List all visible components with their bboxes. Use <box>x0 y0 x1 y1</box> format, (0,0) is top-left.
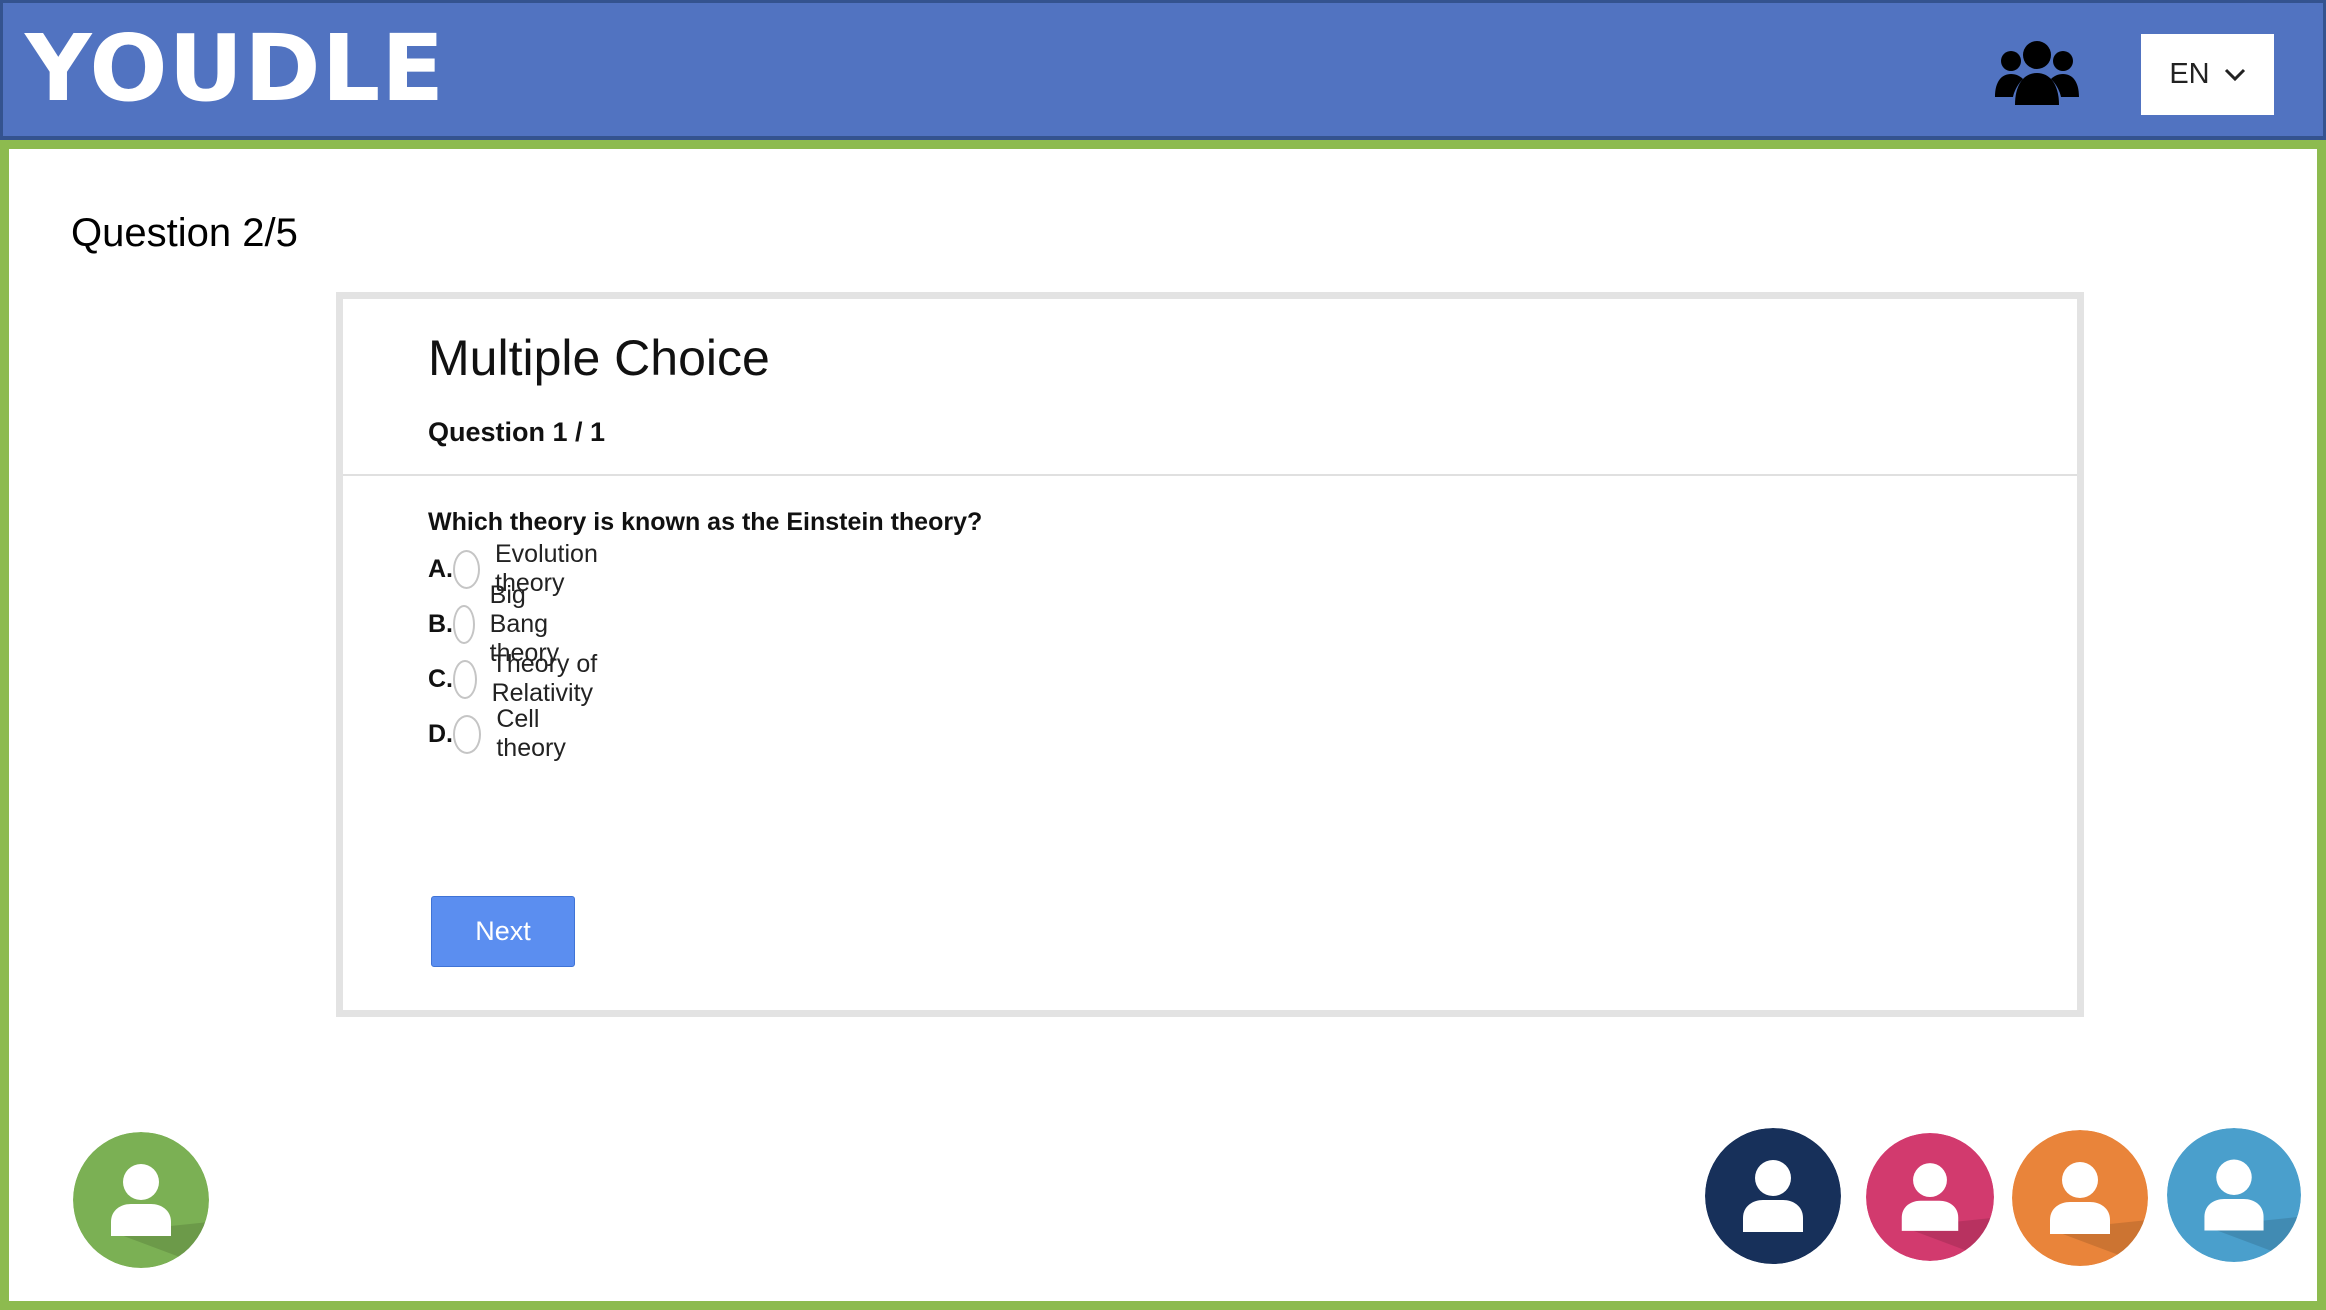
radio-button[interactable] <box>453 549 480 589</box>
question-card: Multiple Choice Question 1 / 1 Which the… <box>336 292 2084 1017</box>
next-button[interactable]: Next <box>431 896 575 967</box>
option-b[interactable]: B. Big Bang theory <box>428 581 579 667</box>
option-letter: A. <box>428 554 453 583</box>
user-avatar-icon <box>1705 1128 1841 1264</box>
option-letter: C. <box>428 664 453 693</box>
participant-avatar-2[interactable] <box>1866 1133 1994 1261</box>
radio-button[interactable] <box>453 714 482 754</box>
participant-avatar-1[interactable] <box>1705 1128 1841 1264</box>
participant-avatar-4[interactable] <box>2167 1128 2301 1262</box>
self-avatar[interactable] <box>73 1132 209 1268</box>
user-avatar-icon <box>2167 1128 2301 1262</box>
chevron-down-icon <box>2224 68 2245 81</box>
language-selector[interactable]: EN <box>2141 34 2274 115</box>
option-letter: D. <box>428 719 453 748</box>
user-avatar-icon <box>73 1132 209 1268</box>
user-avatar-icon <box>2012 1130 2148 1266</box>
option-c[interactable]: C. Theory of Relativity <box>428 650 611 707</box>
user-avatar-icon <box>1866 1133 1994 1261</box>
radio-button[interactable] <box>453 659 477 699</box>
card-subtitle: Question 1 / 1 <box>428 417 606 447</box>
participant-avatar-3[interactable] <box>2012 1130 2148 1266</box>
option-d[interactable]: D. Cell theory <box>428 705 579 762</box>
option-label: Cell theory <box>496 705 566 762</box>
question-prompt: Which theory is known as the Einstein th… <box>428 508 983 536</box>
header-divider <box>0 140 2326 149</box>
radio-button[interactable] <box>453 604 475 644</box>
app-header: YOUDLE EN <box>0 0 2326 140</box>
option-letter: B. <box>428 609 453 638</box>
users-group-icon[interactable] <box>1995 35 2079 111</box>
card-divider <box>343 474 2077 476</box>
option-label: Theory of Relativity <box>491 650 598 707</box>
question-counter: Question 2/5 <box>71 211 298 255</box>
app-logo: YOUDLE <box>25 15 446 122</box>
language-selected: EN <box>2169 58 2210 90</box>
card-title: Multiple Choice <box>428 330 770 386</box>
